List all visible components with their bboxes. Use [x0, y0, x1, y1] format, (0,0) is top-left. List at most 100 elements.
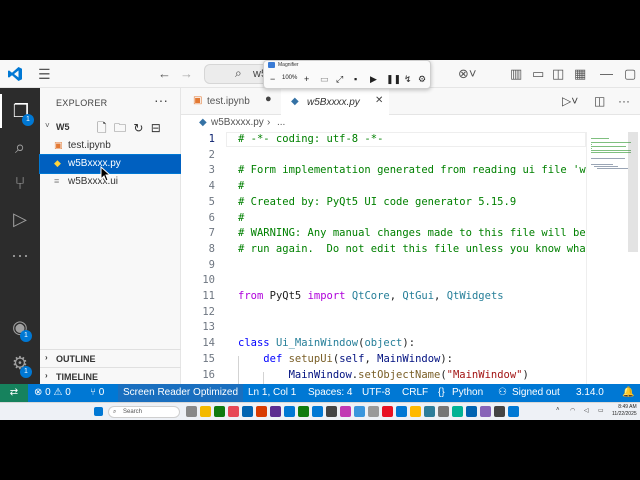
run-debug-icon[interactable]: ▷ [0, 202, 40, 236]
magnifier-window: Magnifier − 100% + ▭ ⤢ ▪ ▶ ❚❚ ↯ ⚙ [263, 60, 431, 89]
tab-label: w5Bxxxx.py [307, 97, 360, 108]
more-actions-icon[interactable]: ··· [154, 92, 168, 108]
pause-icon[interactable]: ❚❚ [386, 72, 401, 86]
timeline-section[interactable]: › TIMELINE [40, 367, 181, 385]
start-icon[interactable] [94, 407, 103, 416]
indentation-status[interactable]: Spaces: 4 [308, 384, 352, 402]
app-icon[interactable] [284, 406, 295, 417]
problems-status[interactable]: ⊗ 0 ⚠ 0 [34, 384, 71, 402]
app-icon[interactable] [354, 406, 365, 417]
chevron-right-icon: › [45, 371, 48, 380]
breadcrumb-file[interactable]: w5Bxxxx.py [211, 117, 264, 128]
collapse-all-icon[interactable]: ⊟ [151, 121, 161, 135]
tab-py[interactable]: ◆ w5Bxxxx.py ✕ [281, 88, 389, 115]
tray-chevron-icon[interactable]: ˄ [556, 407, 560, 413]
minimap-line [591, 152, 631, 153]
notifications-bell-icon[interactable]: 🔔 [622, 384, 634, 402]
app-icon[interactable] [424, 406, 435, 417]
refresh-icon[interactable]: ↻ [133, 121, 143, 135]
file-item-test-ipynb[interactable]: ▣ test.ipynb [40, 137, 181, 155]
screen-reader-status[interactable]: Screen Reader Optimized [118, 384, 244, 402]
fullscreen-view-icon[interactable]: ▭ [320, 72, 329, 86]
read-from-here-icon[interactable]: ▪ [354, 72, 357, 86]
run-file-icon[interactable]: ▷˅ [562, 94, 578, 108]
code-line: # WARNING: Any manual changes made to th… [238, 227, 586, 240]
taskbar-clock[interactable]: 8:49 AM 11/22/2025 [612, 404, 637, 418]
layout-icon[interactable]: ▦ [574, 66, 586, 82]
remote-indicator[interactable]: ⇄ [0, 384, 28, 402]
close-icon[interactable]: ✕ [375, 95, 383, 106]
new-folder-icon[interactable]: 🗀 [114, 121, 126, 135]
ports-status[interactable]: ⑂ 0 [90, 384, 104, 402]
account-status[interactable]: Signed out [512, 384, 560, 402]
app-icon[interactable] [452, 406, 463, 417]
app-icon[interactable] [298, 406, 309, 417]
toggle-panel-icon[interactable]: ▭ [532, 66, 544, 82]
eol-status[interactable]: CRLF [402, 384, 428, 402]
app-icon[interactable] [368, 406, 379, 417]
nav-forward-icon[interactable]: → [180, 66, 193, 82]
toggle-sidebar-icon[interactable]: ▥ [510, 66, 522, 82]
tab-test-ipynb[interactable]: ▣ test.ipynb ● [181, 88, 281, 115]
app-icon[interactable] [256, 406, 267, 417]
search-icon: ⌕ [113, 409, 117, 415]
encoding-status[interactable]: UTF-8 [362, 384, 390, 402]
app-icon[interactable] [340, 406, 351, 417]
more-views-icon[interactable]: ··· [0, 238, 40, 272]
scrollbar-thumb[interactable] [628, 132, 638, 252]
app-icon[interactable] [466, 406, 477, 417]
app-icon[interactable] [508, 406, 519, 417]
command-center-search[interactable]: ⌕ w5 [204, 64, 270, 84]
minimize-icon[interactable]: — [600, 66, 613, 82]
source-control-icon[interactable]: ⑂ [0, 166, 40, 200]
app-icon[interactable] [396, 406, 407, 417]
read-mode-icon[interactable]: ↯ [404, 72, 412, 86]
zoom-in-button[interactable]: + [304, 72, 309, 86]
modified-dot-icon[interactable]: ● [265, 93, 272, 105]
language-mode[interactable]: Python [452, 384, 483, 402]
zoom-out-button[interactable]: − [270, 72, 275, 86]
editor-more-icon[interactable]: ··· [618, 94, 630, 108]
code-line: # Created by: PyQt5 UI code generator 5.… [238, 195, 517, 208]
app-icon[interactable] [242, 406, 253, 417]
outline-section[interactable]: › OUTLINE [40, 349, 181, 367]
maximize-icon[interactable]: ▢ [624, 66, 636, 82]
app-icon[interactable] [494, 406, 505, 417]
menu-icon[interactable]: ☰ [38, 66, 51, 82]
folder-w5[interactable]: ˅ W5 🗋 🗀 ↻ ⊟ [40, 118, 181, 136]
search-view-icon[interactable]: ⌕ [0, 130, 40, 164]
accounts-icon[interactable]: ◉ 1 [0, 310, 40, 344]
breadcrumb-more[interactable]: ... [277, 117, 285, 128]
line-number: 11 [202, 290, 215, 302]
app-icon[interactable] [326, 406, 337, 417]
cursor-position[interactable]: Ln 1, Col 1 [248, 384, 296, 402]
split-editor-icon[interactable]: ◫ [594, 94, 605, 108]
play-icon[interactable]: ▶ [370, 72, 377, 86]
code-editor[interactable]: # -*- coding: utf-8 -*- # Form implementa… [226, 132, 586, 384]
explorer-icon[interactable]: ❐ 1 [0, 94, 40, 128]
app-icon[interactable] [382, 406, 393, 417]
language-mode-icon[interactable]: {} [438, 384, 445, 402]
battery-icon[interactable]: ▭ [598, 407, 604, 414]
app-icon[interactable] [270, 406, 281, 417]
nav-back-icon[interactable]: ← [158, 66, 171, 82]
magnifier-settings-icon[interactable]: ⚙ [418, 72, 426, 86]
app-icon[interactable] [438, 406, 449, 417]
file-explorer-icon[interactable] [200, 406, 211, 417]
app-icon[interactable] [228, 406, 239, 417]
new-file-icon[interactable]: 🗋 [97, 121, 107, 135]
python-version[interactable]: 3.14.0 [576, 384, 604, 402]
vscode-taskbar-icon[interactable] [312, 406, 323, 417]
wifi-icon[interactable]: ◠ [570, 407, 575, 414]
app-icon[interactable] [480, 406, 491, 417]
manage-gear-icon[interactable]: ⚙ 1 [0, 346, 40, 380]
toggle-secondary-sidebar-icon[interactable]: ◫ [552, 66, 564, 82]
app-icon[interactable] [410, 406, 421, 417]
volume-icon[interactable]: ◁ [584, 407, 589, 414]
expand-icon[interactable]: ⤢ [336, 72, 343, 86]
zoom-level: 100% [282, 75, 298, 81]
copilot-icon[interactable]: ⊗˅ [458, 66, 476, 82]
taskbar-search[interactable]: ⌕ Search [108, 406, 180, 418]
app-icon[interactable] [214, 406, 225, 417]
taskview-icon[interactable] [186, 406, 197, 417]
